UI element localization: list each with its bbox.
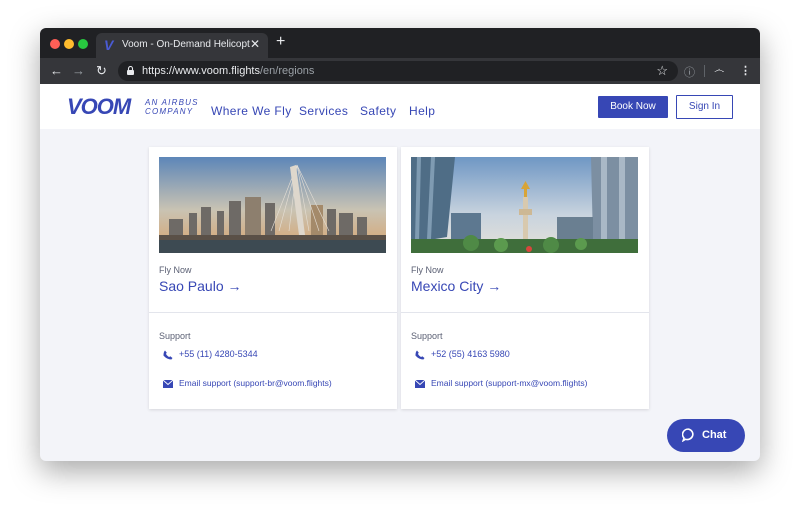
lock-icon bbox=[127, 66, 134, 75]
support-email-link[interactable]: Email support (support-br@voom.flights) bbox=[179, 378, 332, 388]
chat-button[interactable]: Chat bbox=[667, 419, 745, 452]
nav-safety[interactable]: Safety bbox=[360, 104, 396, 118]
nav-where-we-fly[interactable]: Where We Fly bbox=[211, 104, 292, 118]
nav-services[interactable]: Services bbox=[299, 104, 348, 118]
phone-icon bbox=[415, 350, 425, 360]
address-bar[interactable]: https://www.voom.flights/en/regions ☆ bbox=[118, 61, 678, 81]
book-now-button[interactable]: Book Now bbox=[598, 96, 668, 118]
card-divider bbox=[401, 312, 649, 313]
forward-icon[interactable]: → bbox=[72, 63, 85, 78]
nav-help[interactable]: Help bbox=[409, 104, 435, 118]
minimize-window-button[interactable] bbox=[64, 39, 74, 49]
fly-now-label: Fly Now bbox=[411, 265, 444, 275]
toolbar-separator bbox=[704, 65, 705, 77]
region-card-mexico-city: Fly Now Mexico City → Support +52 (55) 4… bbox=[401, 147, 649, 409]
sign-in-button[interactable]: Sign In bbox=[676, 95, 733, 119]
zoom-window-button[interactable] bbox=[78, 39, 88, 49]
voom-favicon-icon: V bbox=[104, 37, 114, 53]
fly-now-label: Fly Now bbox=[159, 265, 192, 275]
support-label: Support bbox=[411, 331, 443, 341]
card-divider bbox=[149, 312, 397, 313]
browser-toolbar: ← → ↻ https://www.voom.flights/en/region… bbox=[40, 58, 760, 84]
support-phone-link[interactable]: +55 (11) 4280-5344 bbox=[179, 349, 258, 359]
info-icon[interactable]: ⓘ bbox=[684, 64, 695, 80]
site-header: VOOM AN AIRBUS COMPANY Where We Fly Servi… bbox=[40, 84, 760, 129]
tab-close-icon[interactable]: ✕ bbox=[250, 37, 260, 51]
support-label: Support bbox=[159, 331, 191, 341]
city-link-mexico-city[interactable]: Mexico City → bbox=[411, 278, 501, 294]
region-card-sao-paulo: Fly Now Sao Paulo → Support +55 (11) 428… bbox=[149, 147, 397, 409]
tab-title: Voom - On-Demand Helicopter bbox=[122, 39, 250, 50]
incognito-icon[interactable]: ෴ bbox=[714, 64, 724, 77]
email-icon bbox=[163, 380, 173, 388]
tab-strip: V Voom - On-Demand Helicopter ✕ + bbox=[40, 28, 760, 58]
chat-bubble-icon bbox=[682, 428, 694, 442]
new-tab-button[interactable]: + bbox=[276, 33, 285, 51]
phone-icon bbox=[163, 350, 173, 360]
bookmark-star-icon[interactable]: ☆ bbox=[656, 63, 668, 79]
support-phone-link[interactable]: +52 (55) 4163 5980 bbox=[431, 349, 510, 359]
airbus-tagline: AN AIRBUS COMPANY bbox=[145, 98, 199, 116]
close-window-button[interactable] bbox=[50, 39, 60, 49]
kebab-menu-icon[interactable]: ⋮ bbox=[740, 64, 751, 77]
email-icon bbox=[415, 380, 425, 388]
reload-icon[interactable]: ↻ bbox=[96, 63, 107, 79]
chat-label: Chat bbox=[702, 429, 727, 441]
arrow-right-icon: → bbox=[487, 278, 502, 294]
url-text: https://www.voom.flights/en/regions bbox=[142, 65, 315, 77]
arrow-right-icon: → bbox=[227, 278, 242, 294]
mexico-city-skyline-image[interactable] bbox=[411, 157, 638, 253]
voom-logo[interactable]: VOOM bbox=[67, 94, 131, 120]
browser-tab[interactable]: V Voom - On-Demand Helicopter ✕ bbox=[96, 33, 268, 58]
browser-window: V Voom - On-Demand Helicopter ✕ + ← → ↻ … bbox=[40, 28, 760, 461]
sao-paulo-skyline-image[interactable] bbox=[159, 157, 386, 253]
support-email-link[interactable]: Email support (support-mx@voom.flights) bbox=[431, 378, 587, 388]
city-link-sao-paulo[interactable]: Sao Paulo → bbox=[159, 278, 242, 294]
back-icon[interactable]: ← bbox=[50, 63, 63, 78]
